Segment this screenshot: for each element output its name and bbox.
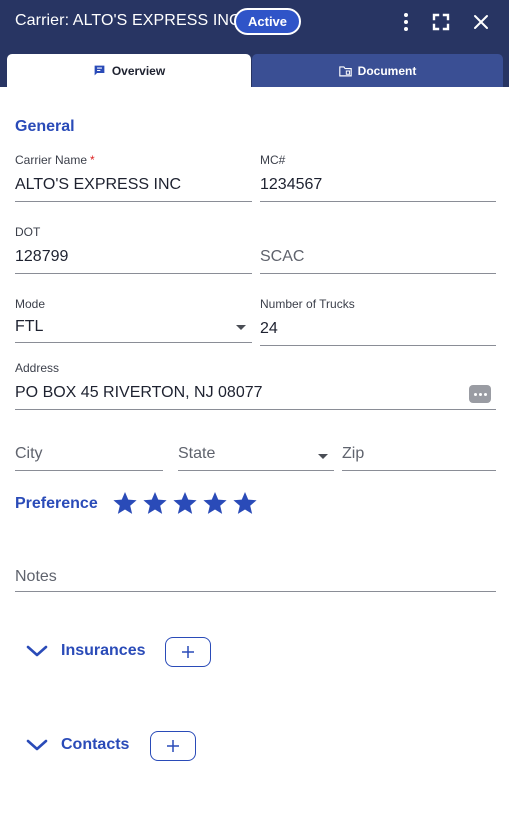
- carrier-name-value: ALTO'S EXPRESS INC: [15, 176, 182, 193]
- notes-field[interactable]: Notes: [15, 562, 496, 592]
- preference-rating[interactable]: [112, 490, 258, 516]
- dialog-title: Carrier: ALTO'S EXPRESS INC: [15, 12, 241, 29]
- carrier-name-label-text: Carrier Name: [15, 153, 88, 167]
- plus-icon: [167, 740, 179, 752]
- carrier-name-label: Carrier Name *: [15, 153, 95, 167]
- number-of-trucks-label: Number of Trucks: [260, 297, 355, 311]
- required-mark: *: [90, 153, 95, 167]
- folder-icon: [338, 65, 352, 76]
- zip-placeholder: Zip: [342, 445, 365, 462]
- plus-icon: [182, 646, 194, 658]
- add-insurance-button[interactable]: [165, 637, 211, 667]
- dot-field[interactable]: DOT 128799: [15, 225, 252, 274]
- tab-document[interactable]: Document: [252, 54, 503, 87]
- star-icon[interactable]: [202, 490, 228, 516]
- more-horiz-icon[interactable]: [469, 385, 491, 403]
- city-placeholder: City: [15, 445, 43, 462]
- chevron-down-icon: [26, 645, 48, 657]
- general-section-title: General: [15, 118, 75, 135]
- fullscreen-icon[interactable]: [429, 10, 453, 34]
- mode-value: FTL: [15, 318, 44, 335]
- mc-number-field[interactable]: MC# 1234567: [260, 153, 496, 202]
- dot-label: DOT: [15, 225, 41, 239]
- address-field[interactable]: Address PO BOX 45 RIVERTON, NJ 08077: [15, 361, 496, 410]
- dialog-header: Carrier: ALTO'S EXPRESS INC Active Overv…: [0, 0, 509, 87]
- number-of-trucks-field[interactable]: Number of Trucks 24: [260, 297, 496, 346]
- number-of-trucks-value: 24: [260, 320, 278, 337]
- tab-overview-label: Overview: [111, 63, 166, 78]
- star-icon[interactable]: [112, 490, 138, 516]
- mc-number-label: MC#: [260, 153, 286, 167]
- carrier-name-field[interactable]: Carrier Name * ALTO'S EXPRESS INC: [15, 153, 252, 202]
- insurances-label: Insurances: [61, 642, 146, 659]
- add-contact-button[interactable]: [150, 731, 196, 761]
- tab-overview[interactable]: Overview: [7, 54, 251, 87]
- mode-label: Mode: [15, 297, 46, 311]
- star-icon[interactable]: [172, 490, 198, 516]
- insurances-accordion-toggle[interactable]: Insurances: [25, 636, 145, 666]
- contacts-accordion-toggle[interactable]: Contacts: [25, 730, 129, 760]
- tab-document-label: Document: [357, 63, 417, 78]
- address-value: PO BOX 45 RIVERTON, NJ 08077: [15, 384, 263, 401]
- state-placeholder: State: [178, 445, 216, 462]
- preference-label: Preference: [15, 495, 98, 512]
- status-badge: Active: [234, 8, 302, 35]
- state-select[interactable]: State: [178, 440, 334, 471]
- chevron-down-icon: [26, 739, 48, 751]
- city-field[interactable]: City: [15, 440, 163, 471]
- address-label: Address: [15, 361, 60, 375]
- zip-field[interactable]: Zip: [342, 440, 496, 471]
- comment-icon: [94, 65, 105, 76]
- close-icon[interactable]: [469, 10, 493, 34]
- star-icon[interactable]: [142, 490, 168, 516]
- dot-value: 128799: [15, 248, 69, 265]
- contacts-label: Contacts: [61, 736, 130, 753]
- scac-field[interactable]: SCAC: [260, 225, 496, 274]
- more-vert-icon[interactable]: [394, 10, 418, 34]
- star-icon[interactable]: [232, 490, 258, 516]
- mc-number-value: 1234567: [260, 176, 323, 193]
- chevron-down-icon: [318, 454, 328, 459]
- mode-select[interactable]: Mode FTL: [15, 297, 252, 343]
- chevron-down-icon: [236, 325, 246, 330]
- notes-placeholder: Notes: [15, 568, 57, 585]
- scac-placeholder: SCAC: [260, 248, 305, 265]
